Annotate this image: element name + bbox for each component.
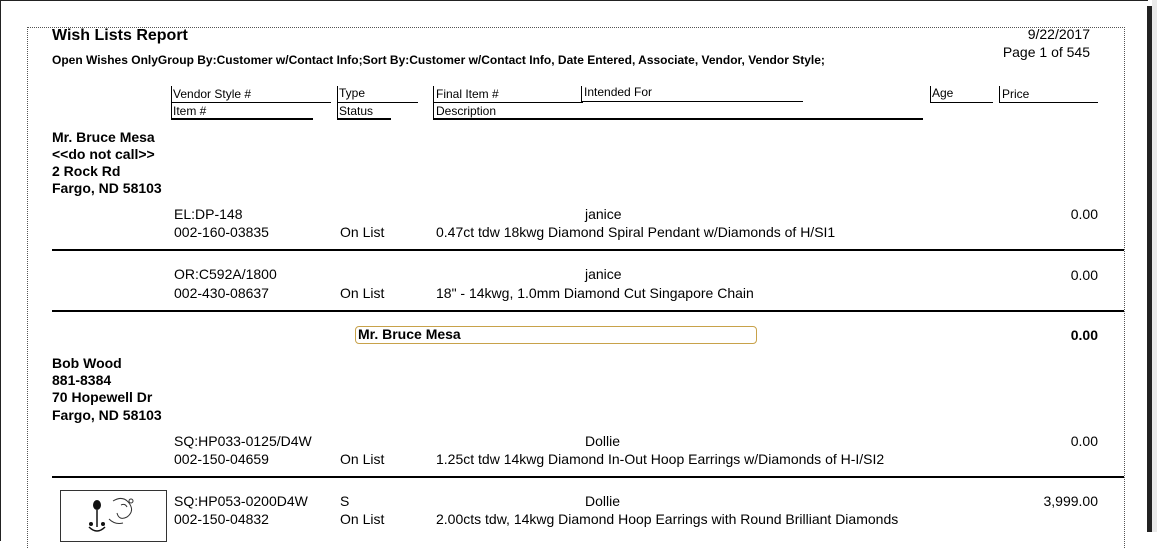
intended-for: Dollie	[585, 433, 621, 449]
row-separator	[52, 310, 1124, 312]
header-underline	[581, 101, 803, 102]
header-underline	[999, 102, 1098, 103]
vendor-style: OR:C592A/1800	[174, 266, 277, 282]
column-divider	[171, 86, 172, 120]
column-divider	[999, 86, 1000, 102]
subtotal-label: Mr. Bruce Mesa	[358, 326, 461, 342]
col-vendor-style: Vendor Style #	[173, 87, 252, 101]
col-status: Status	[339, 104, 374, 118]
item-price: 0.00	[1070, 206, 1098, 222]
col-intended-for: Intended For	[584, 85, 653, 99]
intended-for: janice	[585, 266, 622, 282]
item-price: 0.00	[1070, 433, 1098, 449]
item-description: 1.25ct tdw 14kwg Diamond In-Out Hoop Ear…	[436, 451, 885, 467]
column-divider	[581, 86, 582, 102]
header-underline	[433, 102, 583, 103]
col-item: Item #	[173, 104, 207, 118]
customer-phone: <<do not call>>	[52, 146, 155, 162]
vendor-style: SQ:HP053-0200D4W	[174, 493, 308, 509]
customer-city: Fargo, ND 58103	[52, 407, 162, 423]
column-divider	[433, 86, 434, 120]
page-info: Page 1 of 545	[1002, 44, 1090, 60]
viewer-background	[1152, 0, 1157, 532]
item-number: 002-160-03835	[174, 224, 269, 240]
intended-for: janice	[585, 206, 622, 222]
row-separator	[52, 249, 1124, 251]
customer-address: 2 Rock Rd	[52, 163, 121, 179]
item-status: On List	[340, 285, 385, 301]
header-underline	[337, 118, 391, 120]
customer-phone: 881-8384	[52, 372, 112, 388]
row-separator	[52, 476, 1124, 478]
vendor-style: EL:DP-148	[174, 206, 243, 222]
col-type: Type	[339, 86, 366, 100]
col-final-item: Final Item #	[436, 87, 499, 101]
header-underline	[930, 102, 993, 103]
intended-for: Dollie	[585, 493, 621, 509]
col-age: Age	[932, 86, 954, 100]
item-type: S	[340, 493, 350, 509]
item-price: 0.00	[1070, 267, 1098, 283]
customer-city: Fargo, ND 58103	[52, 180, 162, 196]
header-underline	[171, 102, 331, 103]
col-price: Price	[1002, 87, 1030, 101]
col-description: Description	[436, 104, 497, 118]
item-number: 002-150-04659	[174, 451, 269, 467]
column-divider	[930, 86, 931, 102]
item-status: On List	[340, 224, 385, 240]
header-underline	[171, 118, 313, 120]
item-status: On List	[340, 511, 385, 527]
subtotal-value: 0.00	[1070, 327, 1098, 343]
jewelry-sketch-icon	[60, 490, 167, 542]
header-underline	[433, 118, 923, 120]
report-title: Wish Lists Report	[52, 27, 188, 44]
vendor-style: SQ:HP033-0125/D4W	[174, 433, 312, 449]
item-description: 0.47ct tdw 18kwg Diamond Spiral Pendant …	[436, 224, 836, 240]
customer-name: Bob Wood	[52, 355, 122, 371]
report-date: 9/22/2017	[1027, 26, 1090, 42]
item-status: On List	[340, 451, 385, 467]
item-number: 002-150-04832	[174, 511, 269, 527]
customer-name: Mr. Bruce Mesa	[52, 129, 155, 145]
item-description: 18" - 14kwg, 1.0mm Diamond Cut Singapore…	[436, 285, 754, 301]
header-underline	[337, 102, 418, 103]
item-description: 2.00cts tdw, 14kwg Diamond Hoop Earrings…	[436, 511, 899, 527]
item-price: 3,999.00	[1043, 493, 1099, 509]
customer-address: 70 Hopewell Dr	[52, 389, 153, 405]
column-divider	[337, 86, 338, 120]
item-number: 002-430-08637	[174, 285, 269, 301]
report-subtitle: Open Wishes OnlyGroup By:Customer w/Cont…	[52, 53, 825, 67]
